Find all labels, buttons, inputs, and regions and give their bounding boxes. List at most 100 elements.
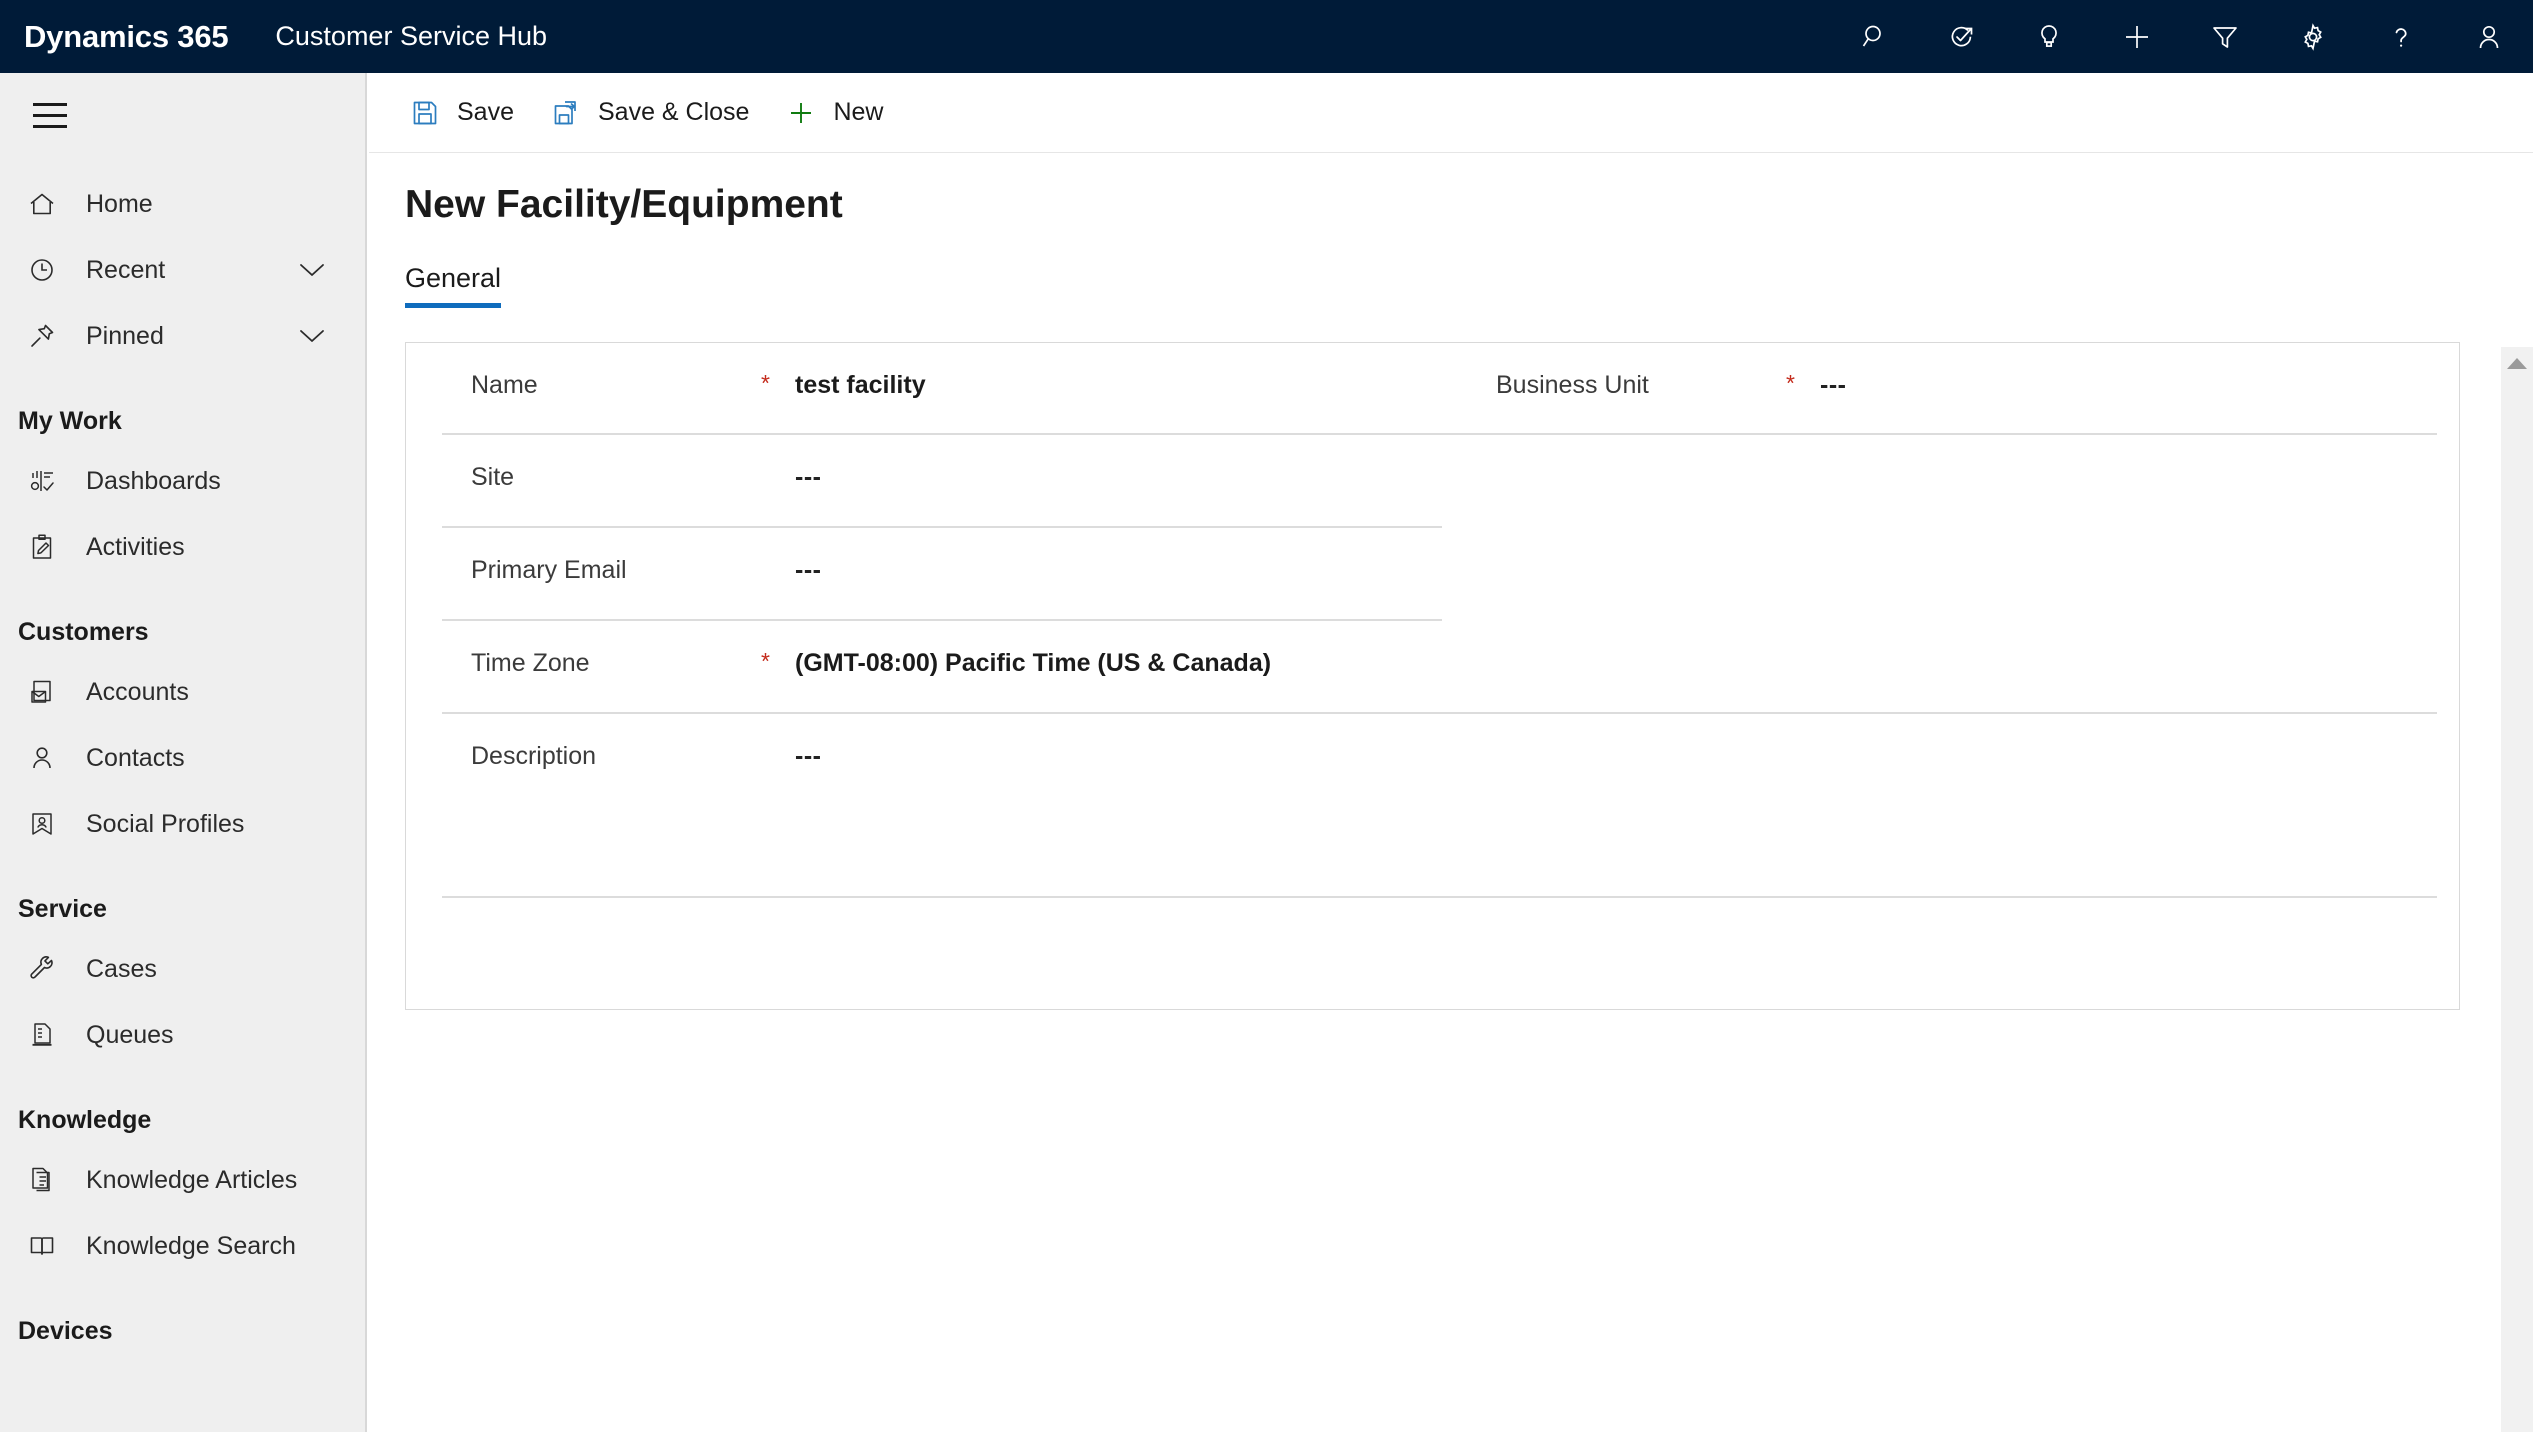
new-button[interactable]: New: [767, 83, 901, 143]
sidebar-item-label: Home: [86, 189, 153, 218]
activities-icon: [20, 532, 64, 562]
book-icon: [20, 1231, 64, 1261]
field-time-zone: Time Zone * (GMT-08:00) Pacific Time (US…: [406, 621, 1436, 714]
field-site: Site ---: [406, 435, 1436, 528]
field-label: Business Unit: [1496, 371, 1649, 399]
sidebar-item-label: Contacts: [86, 743, 185, 772]
brand-logo[interactable]: Dynamics 365: [24, 19, 229, 55]
sidebar-item-label: Activities: [86, 532, 185, 561]
app-name[interactable]: Customer Service Hub: [275, 21, 547, 52]
field-label: Primary Email: [471, 556, 627, 584]
field-value-name[interactable]: test facility: [795, 371, 926, 400]
save-icon: [409, 99, 441, 127]
field-label: Description: [471, 742, 597, 770]
hamburger-icon: [33, 102, 67, 128]
sidebar-item-label: Dashboards: [86, 466, 221, 495]
form-tabs: General: [405, 263, 2533, 308]
chevron-down-icon[interactable]: [297, 327, 327, 345]
side-navigation: Home Recent Pinned My Work Dashboards Ac…: [0, 73, 367, 1432]
nav-group-devices: Devices: [18, 1317, 113, 1345]
field-label: Time Zone: [471, 649, 590, 677]
pin-icon: [20, 321, 64, 351]
save-and-close-button[interactable]: Save & Close: [532, 83, 767, 143]
sidebar-item-recent[interactable]: Recent: [0, 237, 365, 303]
save-close-icon: [550, 99, 582, 127]
nav-group-knowledge: Knowledge: [18, 1106, 152, 1134]
accounts-icon: [20, 677, 64, 707]
sidebar-item-dashboards[interactable]: Dashboards: [0, 448, 365, 514]
sidebar-item-contacts[interactable]: Contacts: [0, 725, 365, 791]
nav-group-customers: Customers: [18, 618, 149, 646]
nav-group-service: Service: [18, 895, 107, 923]
plus-icon[interactable]: [2093, 0, 2181, 73]
field-value-business-unit[interactable]: ---: [1820, 371, 1846, 400]
save-button-label: Save: [457, 98, 514, 126]
field-value-time-zone[interactable]: (GMT-08:00) Pacific Time (US & Canada): [795, 649, 1271, 678]
sidebar-item-knowledge-search[interactable]: Knowledge Search: [0, 1213, 365, 1279]
sidebar-item-home[interactable]: Home: [0, 171, 365, 237]
sidebar-item-pinned[interactable]: Pinned: [0, 303, 365, 369]
sidebar-item-social-profiles[interactable]: Social Profiles: [0, 791, 365, 857]
plus-icon: [785, 99, 817, 127]
field-row-description: Description ---: [406, 714, 2459, 898]
general-tab-panel: Name * test facility Business Unit * ---…: [405, 342, 2460, 1010]
gear-icon[interactable]: [2269, 0, 2357, 73]
field-divider: [442, 896, 2437, 898]
save-button[interactable]: Save: [391, 83, 532, 143]
queue-icon: [20, 1020, 64, 1050]
wrench-icon: [20, 954, 64, 984]
sidebar-item-label: Knowledge Search: [86, 1231, 296, 1260]
field-row-primary-email: Primary Email ---: [406, 528, 2459, 621]
field-name: Name * test facility: [406, 343, 1436, 435]
nav-group-my-work: My Work: [18, 407, 122, 435]
sidebar-item-label: Accounts: [86, 677, 189, 706]
sidebar-item-label: Recent: [86, 255, 166, 284]
field-value-primary-email[interactable]: ---: [795, 556, 821, 585]
triangle-up-icon: [2507, 357, 2527, 369]
chevron-down-icon[interactable]: [297, 261, 327, 279]
sidebar-item-knowledge-articles[interactable]: Knowledge Articles: [0, 1147, 365, 1213]
tab-general[interactable]: General: [405, 263, 502, 308]
article-icon: [20, 1165, 64, 1195]
sidebar-item-label: Cases: [86, 954, 157, 983]
field-description: Description ---: [406, 714, 1436, 898]
field-row-time-zone: Time Zone * (GMT-08:00) Pacific Time (US…: [406, 621, 2459, 714]
save-and-close-button-label: Save & Close: [597, 98, 750, 126]
field-label: Site: [471, 463, 515, 491]
required-indicator: *: [761, 648, 770, 674]
dashboard-icon: [20, 466, 64, 496]
search-icon[interactable]: [1829, 0, 1917, 73]
sidebar-item-label: Queues: [86, 1020, 174, 1049]
filter-icon[interactable]: [2181, 0, 2269, 73]
sidebar-item-queues[interactable]: Queues: [0, 1002, 365, 1068]
field-row-name: Name * test facility Business Unit * ---: [406, 343, 2459, 435]
form-scrollbar[interactable]: [2501, 347, 2533, 1432]
sidebar-item-activities[interactable]: Activities: [0, 514, 365, 580]
app-header: Dynamics 365 Customer Service Hub: [0, 0, 2533, 73]
field-row-site: Site ---: [406, 435, 2459, 528]
sidebar-item-label: Pinned: [86, 321, 164, 350]
home-icon: [20, 189, 64, 219]
new-button-label: New: [833, 98, 884, 126]
lightbulb-icon[interactable]: [2005, 0, 2093, 73]
header-actions: [1829, 0, 2533, 73]
sidebar-item-label: Social Profiles: [86, 809, 245, 838]
site-map-button[interactable]: [8, 73, 92, 157]
sidebar-item-label: Knowledge Articles: [86, 1165, 298, 1194]
diagnostics-icon[interactable]: [1917, 0, 2005, 73]
contact-icon: [20, 743, 64, 773]
field-value-site[interactable]: ---: [795, 463, 821, 492]
required-indicator: *: [1786, 370, 1795, 396]
field-value-description[interactable]: ---: [795, 742, 821, 771]
command-bar: Save Save & Close New: [369, 73, 2533, 153]
field-business-unit: Business Unit * ---: [1436, 343, 2436, 435]
scroll-up-button[interactable]: [2501, 347, 2533, 379]
help-icon[interactable]: [2357, 0, 2445, 73]
sidebar-item-cases[interactable]: Cases: [0, 936, 365, 1002]
social-profile-icon: [20, 809, 64, 839]
page-title: New Facility/Equipment: [405, 183, 843, 226]
user-icon[interactable]: [2445, 0, 2533, 73]
field-label: Name: [471, 371, 538, 399]
sidebar-item-accounts[interactable]: Accounts: [0, 659, 365, 725]
required-indicator: *: [761, 370, 770, 396]
